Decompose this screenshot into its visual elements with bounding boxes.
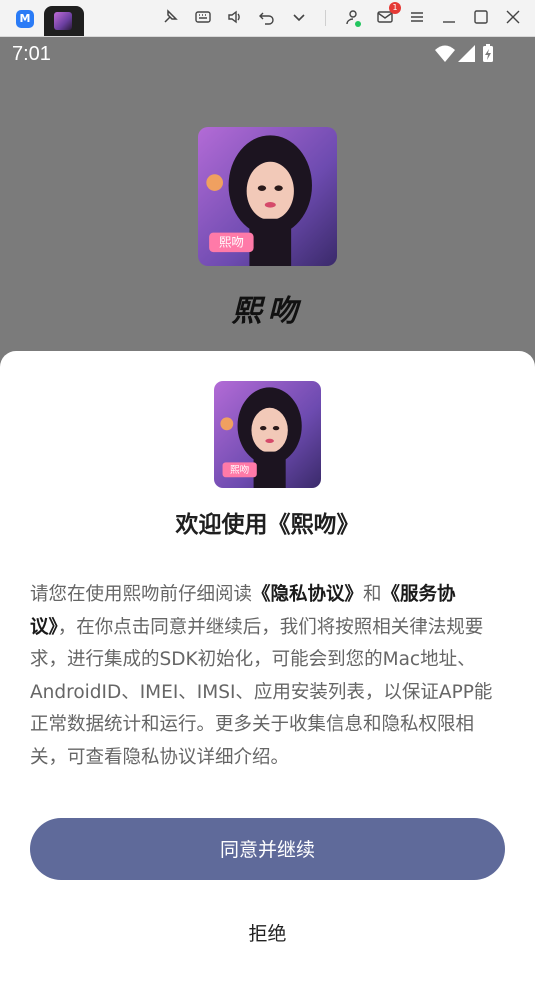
chevron-down-icon[interactable] (289, 8, 309, 28)
splash-app-name: 熙吻 (231, 294, 304, 329)
body-rest: ，在你点击同意并继续后，我们将按照相关律法规要求，进行集成的SDK初始化，可能会… (30, 616, 493, 768)
volume-icon[interactable] (225, 8, 245, 28)
wifi-icon (435, 45, 455, 62)
status-icons (435, 44, 495, 64)
notification-badge: 1 (389, 2, 401, 14)
privacy-agreement-link[interactable]: 《隐私协议》 (252, 584, 363, 605)
signal-icon (458, 45, 475, 62)
minimize-icon[interactable] (439, 8, 459, 28)
app-tab-thumbnail-icon (54, 12, 72, 30)
body-prefix: 请您在使用熙吻前仔细阅读 (30, 584, 253, 605)
privacy-dialog: 熙吻 欢迎使用《熙吻》 请您在使用熙吻前仔细阅读《隐私协议》和《服务协议》，在你… (0, 351, 535, 991)
dialog-app-icon: 熙吻 (214, 381, 321, 488)
reject-button[interactable]: 拒绝 (0, 919, 535, 946)
agree-continue-button[interactable]: 同意并继续 (30, 818, 505, 880)
splash-app-icon: 熙吻 (198, 127, 337, 266)
status-bar: 7:01 (0, 36, 535, 72)
keyboard-icon[interactable] (193, 8, 213, 28)
maximize-icon[interactable] (471, 8, 491, 28)
online-status-dot (355, 21, 361, 27)
splash-icon-badge: 熙吻 (219, 235, 244, 250)
toolbar-divider (325, 10, 326, 26)
menu-icon[interactable] (407, 8, 427, 28)
emulator-toolbar: M 1 (0, 0, 535, 37)
status-time: 7:01 (12, 43, 51, 65)
app-logo-icon[interactable]: M (16, 10, 34, 28)
pin-icon[interactable] (160, 8, 180, 28)
battery-icon (483, 44, 493, 62)
close-icon[interactable] (503, 8, 523, 28)
app-tab[interactable] (44, 6, 84, 36)
body-and: 和 (363, 584, 382, 605)
dialog-body: 请您在使用熙吻前仔细阅读《隐私协议》和《服务协议》，在你点击同意并继续后，我们将… (30, 579, 500, 774)
undo-icon[interactable] (257, 8, 277, 28)
dialog-title: 欢迎使用《熙吻》 (175, 512, 360, 538)
dialog-icon-badge: 熙吻 (230, 464, 250, 476)
